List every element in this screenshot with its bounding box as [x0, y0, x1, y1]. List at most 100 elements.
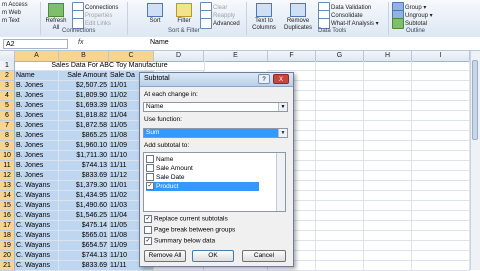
cell[interactable]: [316, 211, 364, 221]
cell[interactable]: [316, 91, 364, 101]
header-cell[interactable]: Name: [15, 71, 59, 81]
amount-cell[interactable]: $1,546.25: [59, 211, 109, 221]
at-each-change-select[interactable]: Name ▼: [143, 102, 288, 112]
name-cell[interactable]: B. Jones: [15, 101, 59, 111]
amount-cell[interactable]: $1,379.30: [59, 181, 109, 191]
row-header[interactable]: 19: [0, 241, 15, 251]
cell[interactable]: [364, 111, 412, 121]
cell[interactable]: [364, 211, 412, 221]
cell[interactable]: [364, 181, 412, 191]
cell[interactable]: [412, 251, 470, 261]
cell[interactable]: [316, 161, 364, 171]
column-header-g[interactable]: G: [316, 51, 364, 61]
cell[interactable]: [364, 91, 412, 101]
cell[interactable]: [316, 251, 364, 261]
cell[interactable]: [268, 61, 316, 71]
list-item[interactable]: Sale Amount: [146, 164, 193, 173]
cell[interactable]: [412, 131, 470, 141]
row-header[interactable]: 8: [0, 131, 15, 141]
select-all-corner[interactable]: [0, 51, 15, 61]
name-cell[interactable]: B. Jones: [15, 91, 59, 101]
cell[interactable]: [364, 81, 412, 91]
header-cell[interactable]: Sale Amount: [59, 71, 109, 81]
amount-cell[interactable]: $654.57: [59, 241, 109, 251]
list-item[interactable]: ✓ Product: [146, 182, 259, 191]
checkbox-checked[interactable]: ✓: [146, 182, 154, 191]
list-item[interactable]: Name: [146, 155, 173, 164]
name-cell[interactable]: C. Wayans: [15, 181, 59, 191]
name-cell[interactable]: C. Wayans: [15, 221, 59, 231]
cell[interactable]: [316, 151, 364, 161]
from-web-button[interactable]: m Web: [2, 10, 21, 16]
name-cell[interactable]: B. Jones: [15, 81, 59, 91]
cell[interactable]: [364, 101, 412, 111]
amount-cell[interactable]: $2,507.25: [59, 81, 109, 91]
cell[interactable]: [364, 121, 412, 131]
cell[interactable]: [412, 111, 470, 121]
checkbox-checked[interactable]: ✓: [144, 215, 152, 223]
sheet-title-cell[interactable]: Sales Data For ABC Toy Manufacture: [15, 61, 205, 71]
column-header-h[interactable]: H: [364, 51, 412, 61]
cell[interactable]: [364, 221, 412, 231]
page-break-option[interactable]: Page break between groups: [144, 226, 235, 234]
cell[interactable]: [316, 201, 364, 211]
row-header[interactable]: 1: [0, 61, 15, 71]
cell[interactable]: [412, 121, 470, 131]
amount-cell[interactable]: $1,711.30: [59, 151, 109, 161]
amount-cell[interactable]: $833.69: [59, 171, 109, 181]
column-header-b[interactable]: B: [59, 51, 109, 61]
vertical-scroll-thumb[interactable]: [472, 60, 478, 140]
cell[interactable]: [316, 191, 364, 201]
amount-cell[interactable]: $1,960.10: [59, 141, 109, 151]
cell[interactable]: [412, 181, 470, 191]
row-header[interactable]: 3: [0, 81, 15, 91]
column-header-d[interactable]: D: [154, 51, 204, 61]
cell[interactable]: [412, 171, 470, 181]
name-cell[interactable]: B. Jones: [15, 161, 59, 171]
replace-current-option[interactable]: ✓ Replace current subtotals: [144, 215, 228, 223]
row-header[interactable]: 14: [0, 191, 15, 201]
cell[interactable]: [316, 241, 364, 251]
name-cell[interactable]: B. Jones: [15, 111, 59, 121]
checkbox-checked[interactable]: ✓: [144, 237, 152, 245]
amount-cell[interactable]: $1,490.60: [59, 201, 109, 211]
column-header-e[interactable]: E: [204, 51, 268, 61]
amount-cell[interactable]: $475.14: [59, 221, 109, 231]
use-function-select[interactable]: Sum ▼: [143, 128, 288, 138]
cell[interactable]: [364, 251, 412, 261]
help-button[interactable]: ?: [258, 74, 270, 84]
cell[interactable]: [316, 71, 364, 81]
text-to-columns-button[interactable]: Text to Columns: [248, 1, 280, 32]
amount-cell[interactable]: $1,809.90: [59, 91, 109, 101]
row-header[interactable]: 7: [0, 121, 15, 131]
amount-cell[interactable]: $1,818.82: [59, 111, 109, 121]
filter-button[interactable]: Filter: [172, 1, 196, 25]
cell[interactable]: [364, 231, 412, 241]
cell[interactable]: [412, 61, 470, 71]
cell[interactable]: [316, 231, 364, 241]
sort-button[interactable]: Sort: [144, 1, 166, 25]
cell[interactable]: [412, 211, 470, 221]
amount-cell[interactable]: $744.13: [59, 251, 109, 261]
cell[interactable]: [316, 81, 364, 91]
cell[interactable]: [316, 101, 364, 111]
fx-icon[interactable]: fx: [78, 39, 83, 46]
row-header[interactable]: 5: [0, 101, 15, 111]
cell[interactable]: [316, 171, 364, 181]
cell[interactable]: [412, 141, 470, 151]
remove-duplicates-button[interactable]: Remove Duplicates: [282, 1, 314, 32]
name-cell[interactable]: B. Jones: [15, 131, 59, 141]
cell[interactable]: [412, 151, 470, 161]
close-button[interactable]: X: [273, 74, 289, 84]
cancel-button[interactable]: Cancel: [242, 250, 286, 262]
remove-all-button[interactable]: Remove All: [144, 250, 186, 262]
amount-cell[interactable]: $565.01: [59, 231, 109, 241]
row-header[interactable]: 11: [0, 161, 15, 171]
cell[interactable]: [364, 61, 412, 71]
advanced-button[interactable]: Advanced: [200, 18, 240, 29]
cell[interactable]: [364, 191, 412, 201]
column-header-a[interactable]: A: [15, 51, 59, 61]
cell[interactable]: [316, 131, 364, 141]
ok-button[interactable]: OK: [192, 250, 234, 262]
cell[interactable]: [364, 201, 412, 211]
